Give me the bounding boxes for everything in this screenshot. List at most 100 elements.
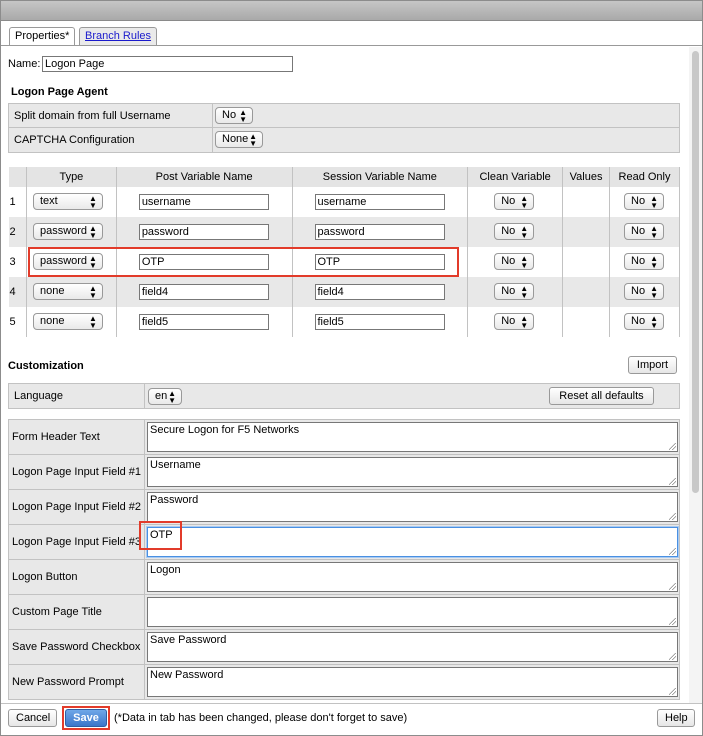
post-variable-input[interactable]: username [138,194,269,210]
help-button[interactable]: Help [657,709,695,727]
select-arrows-icon: ▲ ▼ [89,314,97,330]
cust-field-row: Logon Page Input Field #1 Username [8,455,680,490]
session-variable-input[interactable]: field5 [314,314,445,330]
split-domain-row: Split domain from full Username No ▲ ▼ [8,103,680,128]
name-input[interactable]: Logon Page [42,56,293,72]
type-select[interactable]: text ▲ ▼ [32,193,103,210]
read-only-select[interactable]: No ▲ ▼ [624,223,665,240]
vertical-scrollbar[interactable] [689,47,702,703]
select-arrows-icon: ▲ ▼ [650,284,659,300]
post-variable-input[interactable]: password [138,224,269,240]
read-only-select[interactable]: No ▲ ▼ [624,253,665,270]
tab-branch-rules[interactable]: Branch Rules [79,27,158,46]
type-select[interactable]: password ▲ ▼ [32,223,103,240]
import-button[interactable]: Import [628,356,677,374]
input-field-3-textarea[interactable]: OTP [147,527,678,557]
clean-value: No [501,195,516,207]
clean-value: No [501,315,516,327]
tab-bar: Properties* Branch Rules [1,21,702,46]
resize-grip-icon[interactable] [669,688,676,695]
clean-value: No [501,255,516,267]
read-only-value: No [631,315,646,327]
select-arrows-icon: ▲ ▼ [168,389,176,405]
custom-page-title-textarea[interactable] [147,597,678,627]
header-values: Values [562,167,611,187]
header-num [8,167,27,187]
clean-value: No [501,285,516,297]
logon-button-label: Logon Button [9,560,145,594]
resize-grip-icon[interactable] [669,618,676,625]
tab-properties[interactable]: Properties* [9,27,76,46]
logon-button-textarea[interactable]: Logon [147,562,678,592]
new-password-prompt-textarea[interactable]: New Password [147,667,678,697]
customization-section-title: Customization [8,360,84,372]
captcha-select[interactable]: None ▲ ▼ [215,131,263,148]
cust-field-row: Logon Button Logon [8,560,680,595]
language-select[interactable]: en ▲ ▼ [148,388,182,405]
save-password-checkbox-textarea[interactable]: Save Password [147,632,678,662]
session-variable-input[interactable]: field4 [314,284,445,300]
reset-defaults-button[interactable]: Reset all defaults [549,387,654,405]
tab-divider [1,45,702,46]
resize-grip-icon[interactable] [669,583,676,590]
header-read-only: Read Only [609,167,680,187]
session-variable-input[interactable]: username [314,194,445,210]
clean-variable-select[interactable]: No ▲ ▼ [494,283,535,300]
select-arrows-icon: ▲ ▼ [520,194,529,210]
post-variable-input[interactable]: field4 [138,284,269,300]
clean-variable-select[interactable]: No ▲ ▼ [494,253,535,270]
resize-grip-icon[interactable] [669,653,676,660]
session-variable-input[interactable]: password [314,224,445,240]
input-field-2-label: Logon Page Input Field #2 [9,490,145,524]
row-number: 5 [8,307,27,337]
read-only-value: No [631,285,646,297]
type-select[interactable]: none ▲ ▼ [32,313,103,330]
type-select[interactable]: none ▲ ▼ [32,283,103,300]
clean-variable-select[interactable]: No ▲ ▼ [494,223,535,240]
split-domain-label: Split domain from full Username [9,104,213,127]
properties-panel[interactable]: Name: Logon Page Logon Page Agent Split … [1,47,687,703]
title-bar[interactable] [1,1,702,21]
custom-page-title-label: Custom Page Title [9,595,145,629]
select-arrows-icon: ▲ ▼ [520,314,529,330]
save-password-checkbox-value: Save Password [150,634,227,646]
read-only-select[interactable]: No ▲ ▼ [624,283,665,300]
resize-grip-icon[interactable] [669,443,676,450]
values-cell [562,187,611,217]
values-cell [562,247,611,277]
split-domain-select[interactable]: No ▲ ▼ [215,107,253,124]
input-field-1-label: Logon Page Input Field #1 [9,455,145,489]
resize-grip-icon[interactable] [669,478,676,485]
form-header-label: Form Header Text [9,420,145,454]
cust-field-row: Logon Page Input Field #2 Password [8,490,680,525]
clean-variable-select[interactable]: No ▲ ▼ [494,313,535,330]
select-arrows-icon: ▲ ▼ [239,108,247,124]
form-header-textarea[interactable]: Secure Logon for F5 Networks [147,422,678,452]
select-arrows-icon: ▲ ▼ [520,224,529,240]
read-only-value: No [631,255,646,267]
otp-row-highlight [28,247,459,277]
language-label: Language [9,384,145,408]
scrollbar-thumb[interactable] [692,51,699,493]
language-value: en [155,390,168,402]
post-variable-input[interactable]: field5 [138,314,269,330]
resize-grip-icon[interactable] [669,548,676,555]
table-header-row: Type Post Variable Name Session Variable… [8,167,680,187]
captcha-row: CAPTCHA Configuration None ▲ ▼ [8,128,680,153]
resize-grip-icon[interactable] [669,513,676,520]
row-number: 2 [8,217,27,247]
clean-variable-select[interactable]: No ▲ ▼ [494,193,535,210]
cust-field-row: New Password Prompt New Password [8,665,680,700]
select-arrows-icon: ▲ ▼ [650,254,659,270]
input-field-2-textarea[interactable]: Password [147,492,678,522]
cancel-button[interactable]: Cancel [8,709,57,727]
cust-field-row: Custom Page Title [8,595,680,630]
read-only-select[interactable]: No ▲ ▼ [624,193,665,210]
clean-value: No [501,225,516,237]
captcha-label: CAPTCHA Configuration [9,128,213,152]
select-arrows-icon: ▲ ▼ [89,194,97,210]
select-arrows-icon: ▲ ▼ [650,194,659,210]
footer-bar: Cancel Save (*Data in tab has been chang… [1,703,702,735]
read-only-select[interactable]: No ▲ ▼ [624,313,665,330]
input-field-1-textarea[interactable]: Username [147,457,678,487]
